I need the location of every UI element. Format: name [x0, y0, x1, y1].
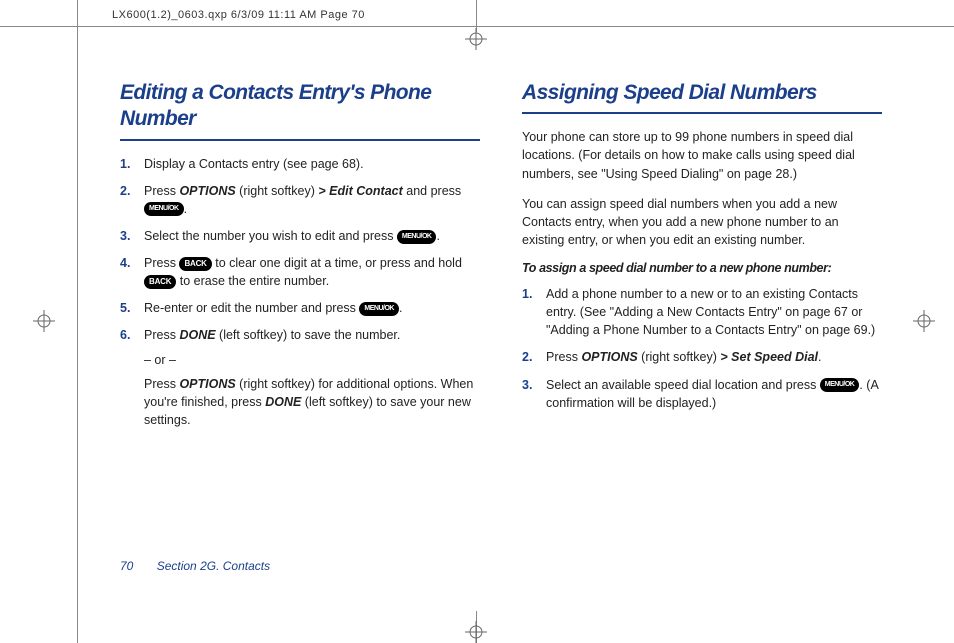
registration-mark-bottom-icon — [465, 621, 487, 643]
step-3: Select the number you wish to edit and p… — [120, 227, 480, 245]
registration-mark-left-icon — [33, 310, 55, 332]
speed-dial-intro-1: Your phone can store up to 99 phone numb… — [522, 128, 882, 182]
menu-ok-key-icon: MENU/OK — [144, 202, 184, 216]
step-6: Press DONE (left softkey) to save the nu… — [120, 326, 480, 429]
speed-dial-intro-2: You can assign speed dial numbers when y… — [522, 195, 882, 249]
sd-step-1: Add a phone number to a new or to an exi… — [522, 285, 882, 339]
menu-ok-key-icon: MENU/OK — [397, 230, 437, 244]
speed-dial-steps: Add a phone number to a new or to an exi… — [522, 285, 882, 412]
registration-mark-top-icon — [465, 28, 487, 50]
step-1: Display a Contacts entry (see page 68). — [120, 155, 480, 173]
menu-ok-key-icon: MENU/OK — [820, 378, 860, 392]
print-header: LX600(1.2)_0603.qxp 6/3/09 11:11 AM Page… — [112, 9, 365, 21]
left-column: Editing a Contacts Entry's Phone Number … — [120, 80, 480, 438]
edit-phone-steps: Display a Contacts entry (see page 68). … — [120, 155, 480, 430]
speed-dial-subhead: To assign a speed dial number to a new p… — [522, 261, 882, 275]
right-column: Assigning Speed Dial Numbers Your phone … — [522, 80, 882, 438]
step-2: Press OPTIONS (right softkey) > Edit Con… — [120, 182, 480, 218]
step-4: Press BACK to clear one digit at a time,… — [120, 254, 480, 290]
left-crop-line — [77, 0, 78, 643]
sd-step-3: Select an available speed dial location … — [522, 376, 882, 412]
page-content: Editing a Contacts Entry's Phone Number … — [120, 80, 920, 438]
heading-edit-phone: Editing a Contacts Entry's Phone Number — [120, 80, 480, 141]
section-label: Section 2G. Contacts — [157, 559, 270, 573]
back-key-icon: BACK — [144, 275, 176, 289]
page-footer: 70 Section 2G. Contacts — [120, 559, 270, 573]
back-key-icon: BACK — [179, 257, 211, 271]
heading-speed-dial: Assigning Speed Dial Numbers — [522, 80, 882, 114]
step-5: Re-enter or edit the number and press ME… — [120, 299, 480, 317]
page-number: 70 — [120, 559, 133, 573]
top-crop-line — [0, 26, 954, 27]
menu-ok-key-icon: MENU/OK — [359, 302, 399, 316]
sd-step-2: Press OPTIONS (right softkey) > Set Spee… — [522, 348, 882, 366]
